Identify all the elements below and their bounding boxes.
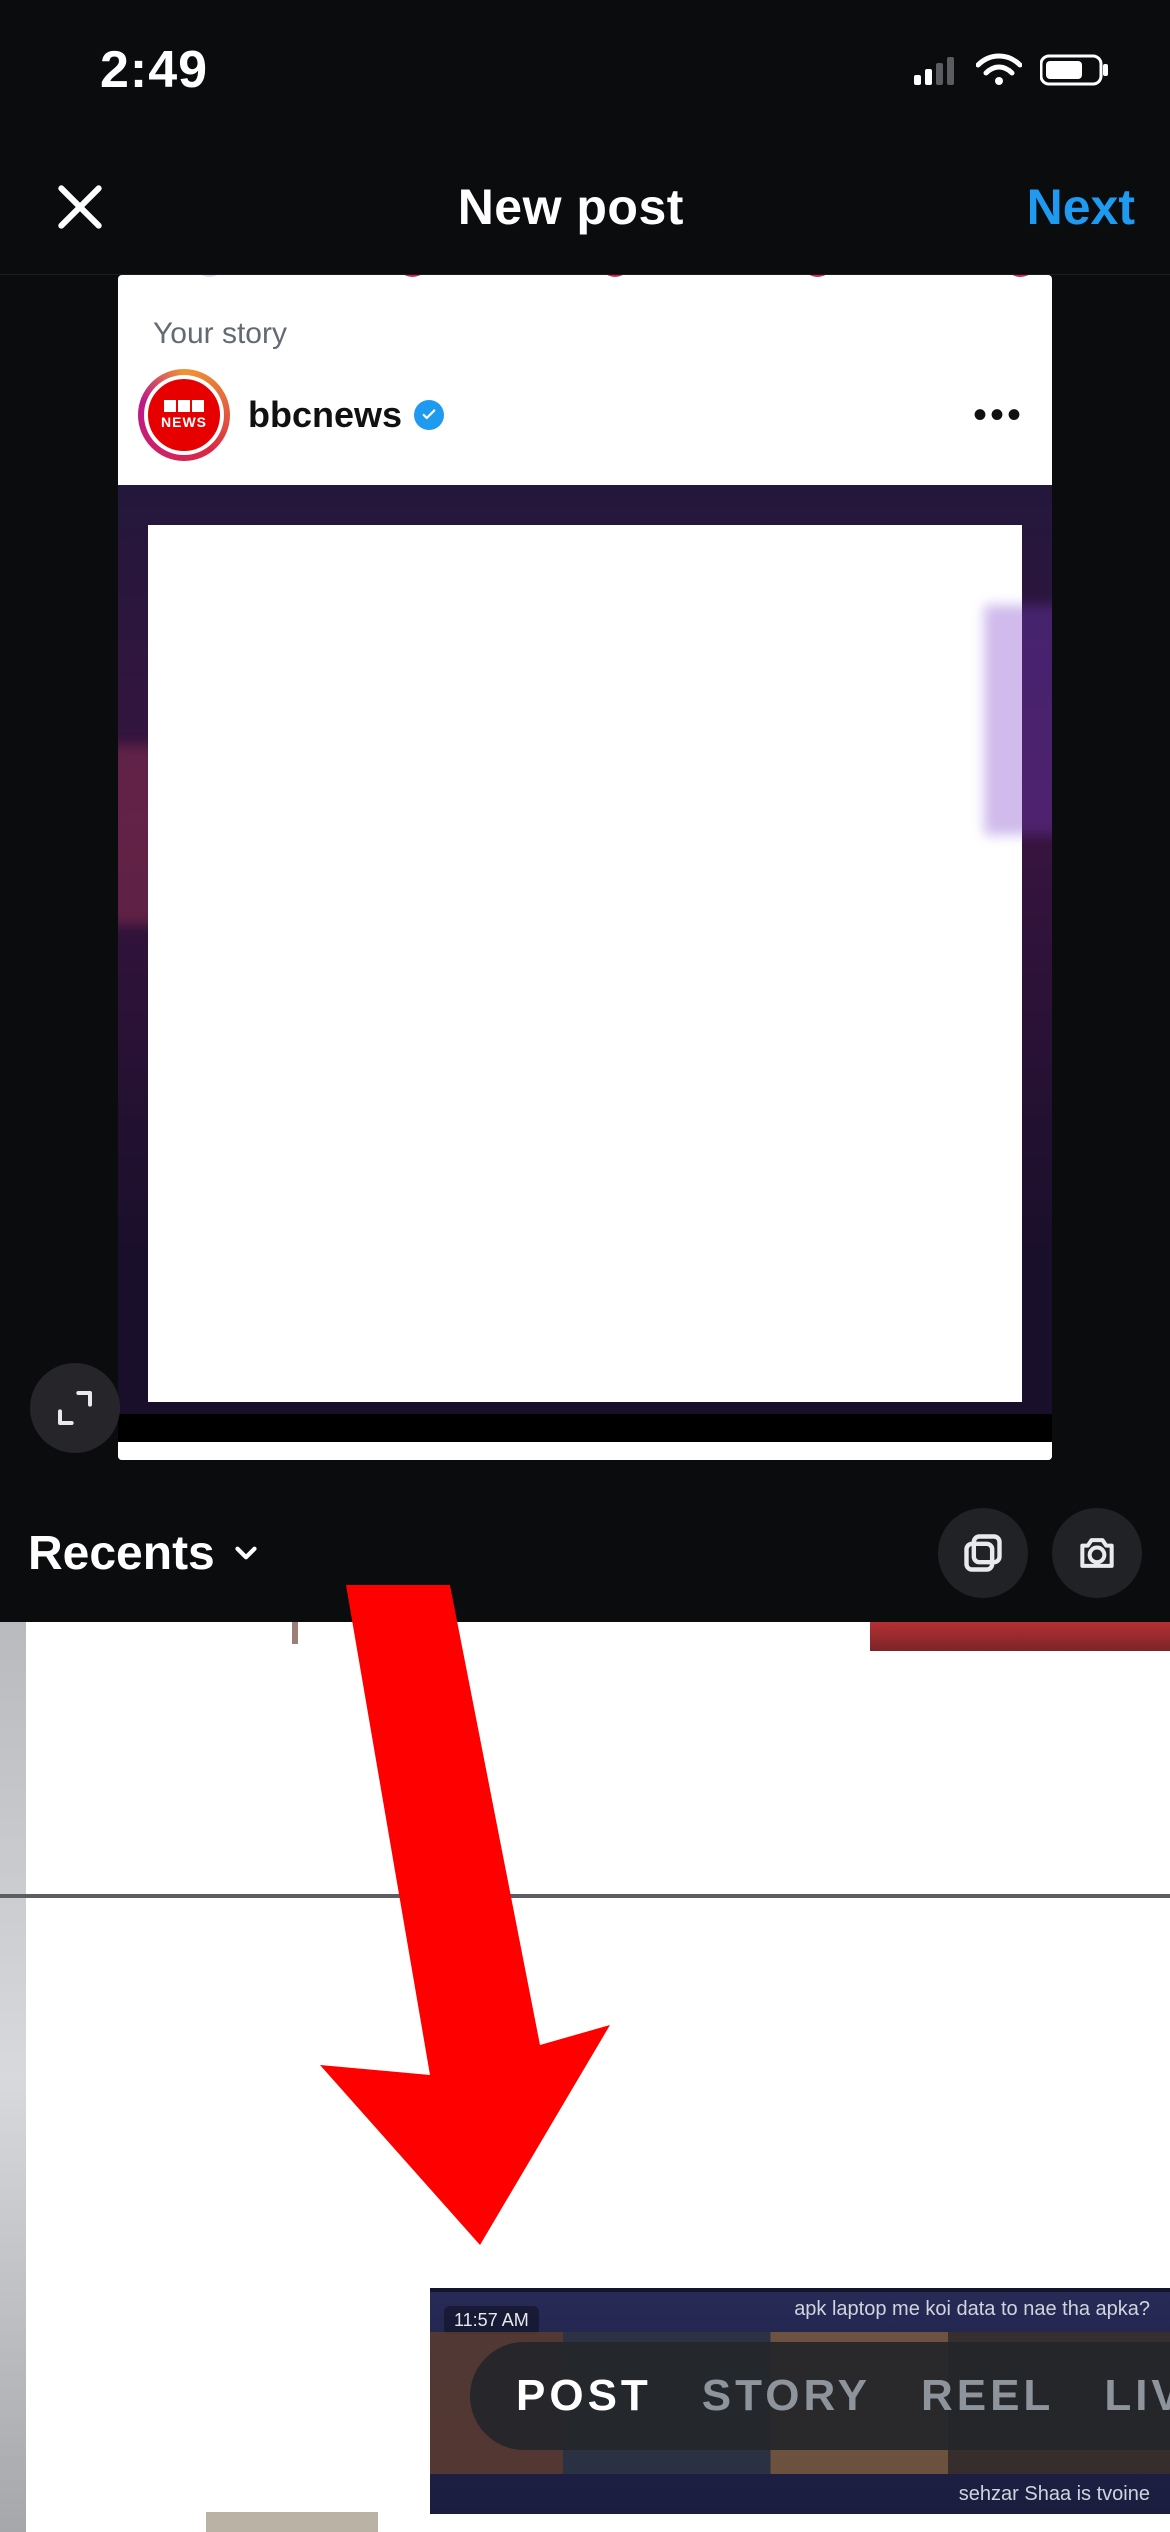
thumbnail-caption: apk laptop me koi data to nae tha apka? (794, 2298, 1150, 2321)
avatar-text: NEWS (161, 414, 207, 430)
page-title: New post (458, 178, 684, 236)
post-username: bbcnews (248, 394, 402, 436)
status-time: 2:49 (100, 40, 208, 100)
your-story-label: Your story (153, 317, 287, 351)
selected-media-preview[interactable]: Your story NEWS bbcnews ••• (118, 275, 1052, 1460)
chevron-down-icon (229, 1536, 263, 1570)
album-dropdown-label: Recents (28, 1526, 215, 1581)
story-ring (786, 275, 849, 277)
thumbnail-caption: sehzar Shaa is tvoine (959, 2483, 1150, 2506)
status-bar: 2:49 (0, 0, 1170, 140)
story-ring (989, 275, 1052, 277)
post-header: NEWS bbcnews ••• (118, 365, 1052, 465)
open-camera-button[interactable] (1052, 1508, 1142, 1598)
mode-reel[interactable]: REEL (921, 2371, 1054, 2421)
album-dropdown[interactable]: Recents (28, 1526, 263, 1581)
crop-toggle-button[interactable] (30, 1363, 120, 1453)
post-more-button[interactable]: ••• (965, 393, 1032, 438)
grid-thumbnail[interactable] (870, 1622, 1170, 1651)
next-button[interactable]: Next (1027, 178, 1135, 236)
redacted-region (148, 525, 1022, 1402)
album-selector-row: Recents (0, 1488, 1170, 1618)
close-button[interactable] (45, 172, 115, 242)
new-post-header: New post Next (0, 140, 1170, 275)
wifi-icon (976, 53, 1022, 87)
battery-icon (1040, 53, 1110, 87)
post-footer-strip (118, 1442, 1052, 1460)
preview-area: Your story NEWS bbcnews ••• (0, 275, 1170, 1450)
avatar-story-ring: NEWS (138, 369, 230, 461)
story-ring (381, 275, 444, 277)
mode-live[interactable]: LIVE (1104, 2371, 1170, 2421)
avatar: NEWS (144, 375, 224, 455)
grid-thumbnail[interactable] (206, 2512, 378, 2532)
select-multiple-button[interactable] (938, 1508, 1028, 1598)
mode-post[interactable]: POST (516, 2371, 652, 2421)
cellular-signal-icon (914, 55, 958, 85)
post-body (118, 485, 1052, 1442)
status-indicators (914, 53, 1110, 87)
mode-story[interactable]: STORY (702, 2371, 871, 2421)
stories-row (118, 275, 1052, 297)
verified-badge-icon (414, 400, 444, 430)
story-ring-own (178, 275, 241, 277)
story-ring (584, 275, 647, 277)
thumbnail-time-badge: 11:57 AM (444, 2306, 539, 2335)
post-mode-selector[interactable]: POST STORY REEL LIVE (470, 2342, 1170, 2450)
